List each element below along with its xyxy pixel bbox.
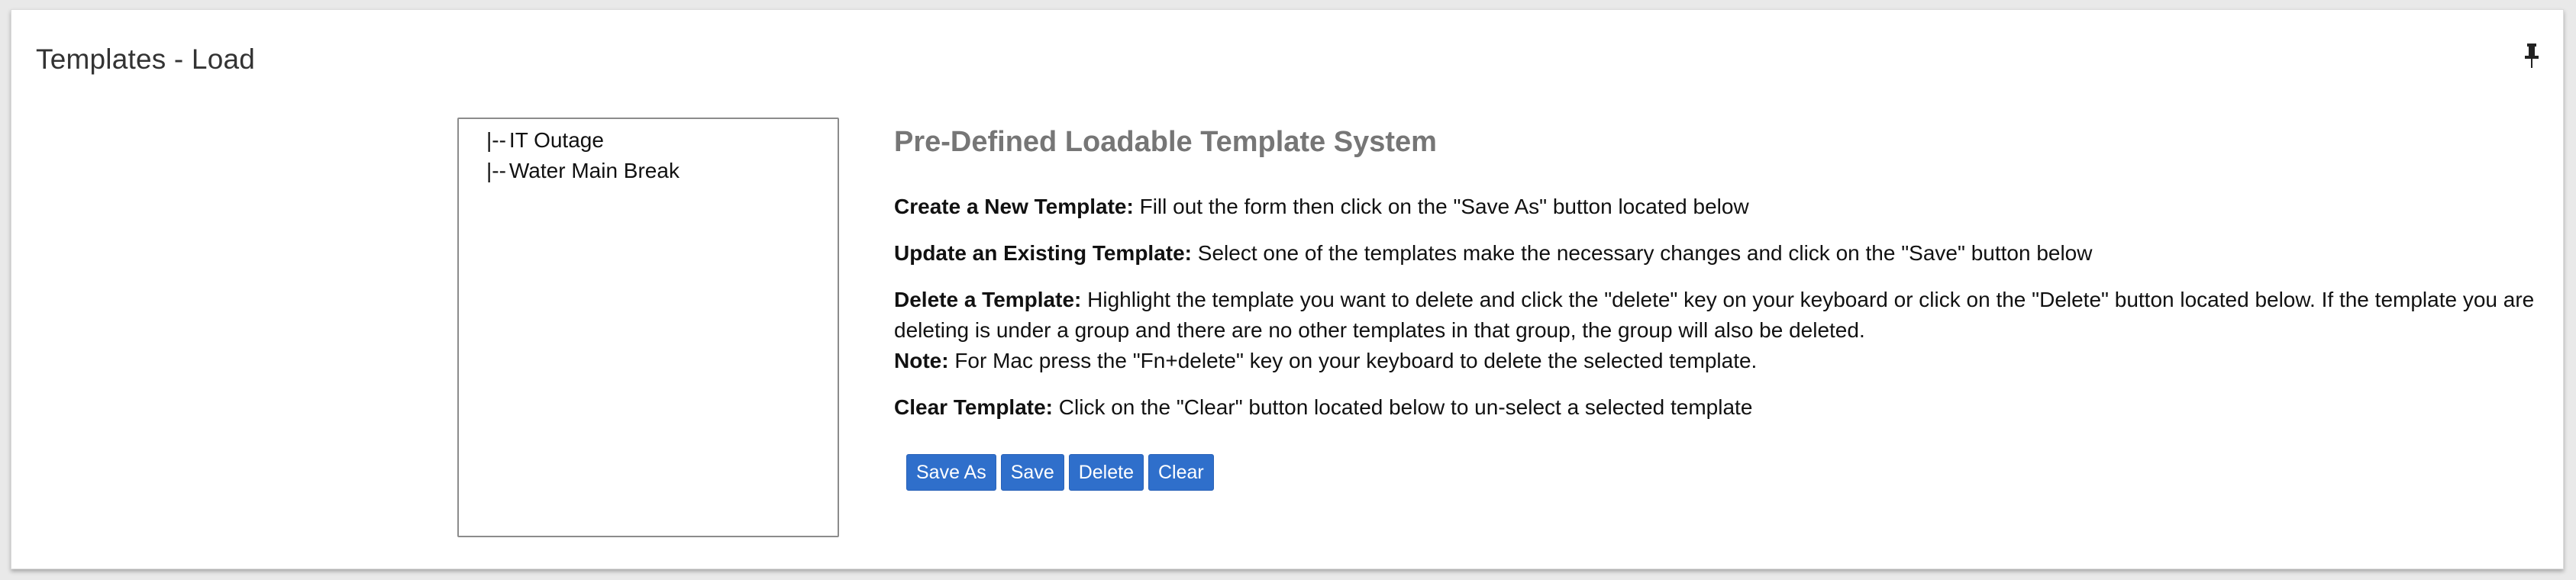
create-text: Fill out the form then click on the "Sav…: [1133, 195, 1749, 218]
pin-icon[interactable]: [2522, 40, 2542, 71]
tree-item-water-main-break[interactable]: |-- Water Main Break: [486, 159, 680, 183]
note-label: Note:: [894, 349, 949, 372]
create-label: Create a New Template:: [894, 195, 1134, 218]
tree-branch-prefix: |--: [486, 128, 506, 152]
update-text: Select one of the templates make the nec…: [1192, 241, 2093, 265]
save-button[interactable]: Save: [1000, 454, 1064, 491]
delete-text: Highlight the template you want to delet…: [894, 288, 2535, 342]
note-text: For Mac press the "Fn+delete" key on you…: [948, 349, 1758, 372]
template-tree[interactable]: |-- IT Outage |-- Water Main Break: [457, 118, 839, 537]
templates-load-panel: Templates - Load |-- IT Outage |-- Water M…: [11, 9, 2564, 569]
delete-label: Delete a Template:: [894, 288, 1082, 311]
save-as-button[interactable]: Save As: [906, 454, 996, 491]
action-buttons: Save As Save Delete Clear: [906, 454, 1214, 491]
instructions: Pre-Defined Loadable Template System Cre…: [894, 124, 2536, 439]
tree-item-it-outage[interactable]: |-- IT Outage: [486, 128, 604, 153]
create-instruction: Create a New Template: Fill out the form…: [894, 192, 2536, 222]
delete-button[interactable]: Delete: [1068, 454, 1144, 491]
clear-button[interactable]: Clear: [1148, 454, 1214, 491]
tree-branch-prefix: |--: [486, 159, 506, 182]
update-label: Update an Existing Template:: [894, 241, 1192, 265]
instructions-heading: Pre-Defined Loadable Template System: [894, 126, 1437, 158]
tree-item-label: Water Main Break: [508, 159, 680, 182]
clear-text: Click on the "Clear" button located belo…: [1053, 395, 1753, 419]
delete-instruction: Delete a Template: Highlight the templat…: [894, 285, 2536, 376]
clear-label: Clear Template:: [894, 395, 1053, 419]
panel-title: Templates - Load: [36, 44, 256, 75]
tree-item-label: IT Outage: [508, 128, 604, 152]
clear-instruction: Clear Template: Click on the "Clear" but…: [894, 392, 2536, 423]
update-instruction: Update an Existing Template: Select one …: [894, 238, 2536, 269]
